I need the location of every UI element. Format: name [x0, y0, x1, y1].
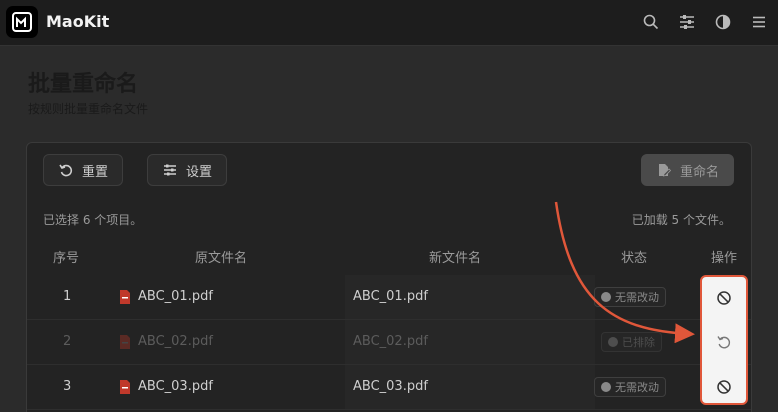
annotation-arrow	[554, 201, 695, 344]
